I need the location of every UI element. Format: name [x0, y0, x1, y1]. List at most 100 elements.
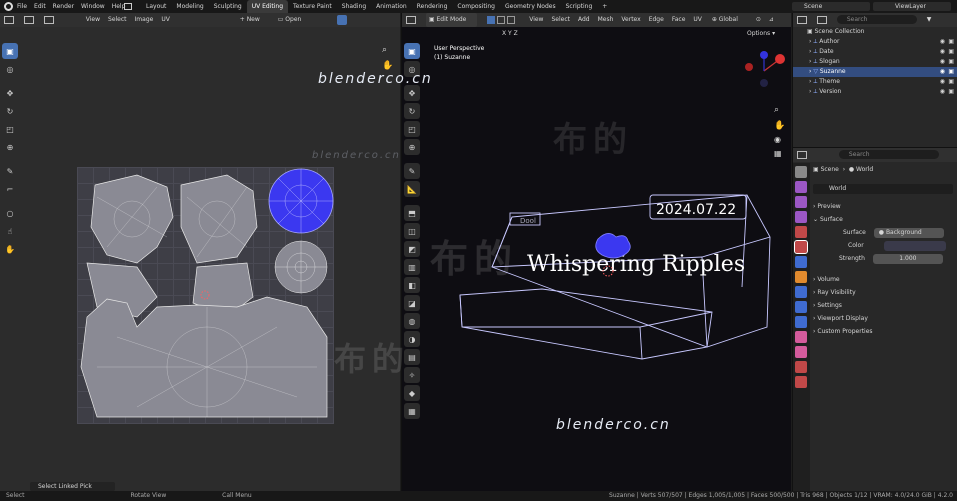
panel-surface[interactable]: ⌄ Surface — [813, 213, 957, 226]
face-select-icon[interactable] — [507, 15, 516, 24]
expand-chevron-icon[interactable]: › — [809, 58, 811, 65]
panel-ray-visibility[interactable]: › Ray Visibility — [813, 286, 957, 299]
render-tab-icon[interactable] — [795, 181, 807, 193]
vp-menu-view[interactable]: View — [529, 13, 543, 27]
edge-select-icon[interactable] — [497, 15, 506, 24]
open-image-button[interactable]: ▭ Open — [278, 13, 310, 27]
tab-compositing[interactable]: Compositing — [452, 0, 500, 13]
tab-layout[interactable]: Layout — [141, 0, 171, 13]
color-swatch[interactable] — [883, 240, 946, 251]
visibility-eye-icon[interactable]: ◉ — [940, 67, 945, 77]
tool-tab-icon[interactable] — [795, 166, 807, 178]
view-layer-tab-icon[interactable] — [795, 211, 807, 223]
visibility-eye-icon[interactable]: ◉ — [940, 37, 945, 47]
cursor-tool-icon[interactable]: ◎ — [2, 61, 18, 77]
scale-tool-icon[interactable]: ◰ — [2, 121, 18, 137]
vp-menu-edge[interactable]: Edge — [649, 13, 664, 27]
vp-menu-face[interactable]: Face — [672, 13, 686, 27]
snapping-icon[interactable]: ⊿ — [769, 13, 774, 27]
tab-shading[interactable]: Shading — [337, 0, 371, 13]
rotate-tool-icon[interactable]: ↻ — [2, 103, 18, 119]
pan-hand-icon[interactable]: ✋ — [382, 61, 393, 71]
expand-chevron-icon[interactable]: › — [809, 78, 811, 85]
mode-select-icon[interactable] — [23, 15, 34, 24]
select-box-tool-icon[interactable]: ▣ — [2, 43, 18, 59]
outliner-editor-icon[interactable] — [797, 15, 807, 24]
visibility-eye-icon[interactable]: ◉ — [940, 87, 945, 97]
outliner-item-version[interactable]: › ⟂ Version ◉ ▣ — [793, 87, 957, 97]
panel-custom-properties[interactable]: › Custom Properties — [813, 325, 957, 338]
transform-orientation-dropdown[interactable]: ⊕ Global — [712, 13, 746, 27]
vp-menu-add[interactable]: Add — [578, 13, 590, 27]
expand-chevron-icon[interactable]: › — [809, 68, 811, 75]
vp-menu-select[interactable]: Select — [551, 13, 570, 27]
menu-file[interactable]: File — [17, 0, 27, 13]
uv-menu-view[interactable]: View — [86, 13, 100, 27]
menu-window[interactable]: Window — [81, 0, 105, 13]
visibility-eye-icon[interactable]: ◉ — [940, 77, 945, 87]
scene-collection-row[interactable]: ▣ Scene Collection — [793, 27, 957, 37]
move-tool-icon[interactable]: ✥ — [2, 85, 18, 101]
particles-tab-icon[interactable] — [795, 301, 807, 313]
scene-selector[interactable]: Scene — [792, 2, 870, 11]
panel-volume[interactable]: › Volume — [813, 273, 957, 286]
render-camera-icon[interactable]: ▣ — [948, 67, 954, 77]
tab-uv-editing[interactable]: UV Editing — [246, 0, 289, 13]
panel-settings[interactable]: › Settings — [813, 299, 957, 312]
filter-icon[interactable]: ▼ — [927, 13, 932, 27]
screen-layout-icon[interactable] — [124, 3, 132, 10]
uv-menu-select[interactable]: Select — [108, 13, 127, 27]
render-camera-icon[interactable]: ▣ — [948, 77, 954, 87]
editor-type-icon[interactable] — [4, 15, 14, 24]
expand-chevron-icon[interactable]: › — [809, 48, 811, 55]
rip-tool-icon[interactable]: ⌐ — [2, 181, 18, 197]
collection-tab-icon[interactable] — [795, 256, 807, 268]
pivot-icon[interactable]: ⊙ — [756, 13, 761, 27]
suzanne-mesh[interactable] — [595, 233, 631, 259]
outliner-item-theme[interactable]: › ⟂ Theme ◉ ▣ — [793, 77, 957, 87]
world-datablock-field[interactable]: World — [813, 184, 953, 194]
modifier-tab-icon[interactable] — [795, 286, 807, 298]
operator-tooltip[interactable]: Select Linked Pick — [30, 482, 115, 491]
expand-chevron-icon[interactable]: › — [809, 38, 811, 45]
render-camera-icon[interactable]: ▣ — [948, 87, 954, 97]
vp-menu-mesh[interactable]: Mesh — [598, 13, 614, 27]
output-tab-icon[interactable] — [795, 196, 807, 208]
relax-tool-icon[interactable]: ☝ — [2, 223, 18, 239]
new-image-button[interactable]: + New — [240, 13, 268, 27]
outliner-item-date[interactable]: › ⟂ Date ◉ ▣ — [793, 47, 957, 57]
material-tab-icon[interactable] — [795, 361, 807, 373]
world-tab-icon[interactable] — [794, 240, 808, 254]
add-workspace-button[interactable]: + — [597, 0, 612, 13]
vertex-select-icon[interactable] — [487, 15, 496, 24]
properties-editor-icon[interactable] — [797, 150, 807, 159]
uv-grid[interactable] — [77, 167, 334, 424]
panel-preview[interactable]: › Preview — [813, 200, 957, 213]
tab-rendering[interactable]: Rendering — [412, 0, 453, 13]
vp-menu-uv[interactable]: UV — [693, 13, 702, 27]
physics-tab-icon[interactable] — [795, 316, 807, 328]
tab-texture-paint[interactable]: Texture Paint — [288, 0, 337, 13]
pinch-tool-icon[interactable]: ✋ — [2, 241, 18, 257]
uv-menu-uv[interactable]: UV — [161, 13, 170, 27]
menu-edit[interactable]: Edit — [34, 0, 46, 13]
visibility-eye-icon[interactable]: ◉ — [940, 57, 945, 67]
data-tab-icon[interactable] — [795, 346, 807, 358]
outliner-item-author[interactable]: › ⟂ Author ◉ ▣ — [793, 37, 957, 47]
grab-tool-icon[interactable]: ○ — [2, 205, 18, 221]
tab-modeling[interactable]: Modeling — [171, 0, 208, 13]
outliner-item-suzanne[interactable]: › ▽ Suzanne ◉ ▣ — [793, 67, 957, 77]
mode-dropdown[interactable]: ▣ Edit Mode — [425, 13, 478, 27]
outliner-search-input[interactable]: Search — [836, 15, 917, 24]
menu-render[interactable]: Render — [53, 0, 74, 13]
scene-tab-icon[interactable] — [795, 226, 807, 238]
visibility-eye-icon[interactable]: ◉ — [940, 47, 945, 57]
zoom-icon[interactable]: ⌕ — [382, 45, 387, 55]
properties-search-input[interactable]: Search — [838, 150, 939, 159]
uv-menu-image[interactable]: Image — [135, 13, 154, 27]
render-camera-icon[interactable]: ▣ — [948, 57, 954, 67]
tab-geometry-nodes[interactable]: Geometry Nodes — [500, 0, 561, 13]
strength-field[interactable]: 1.000 — [872, 254, 943, 264]
tab-animation[interactable]: Animation — [371, 0, 412, 13]
surface-shader-field[interactable]: ● Background — [873, 228, 944, 238]
